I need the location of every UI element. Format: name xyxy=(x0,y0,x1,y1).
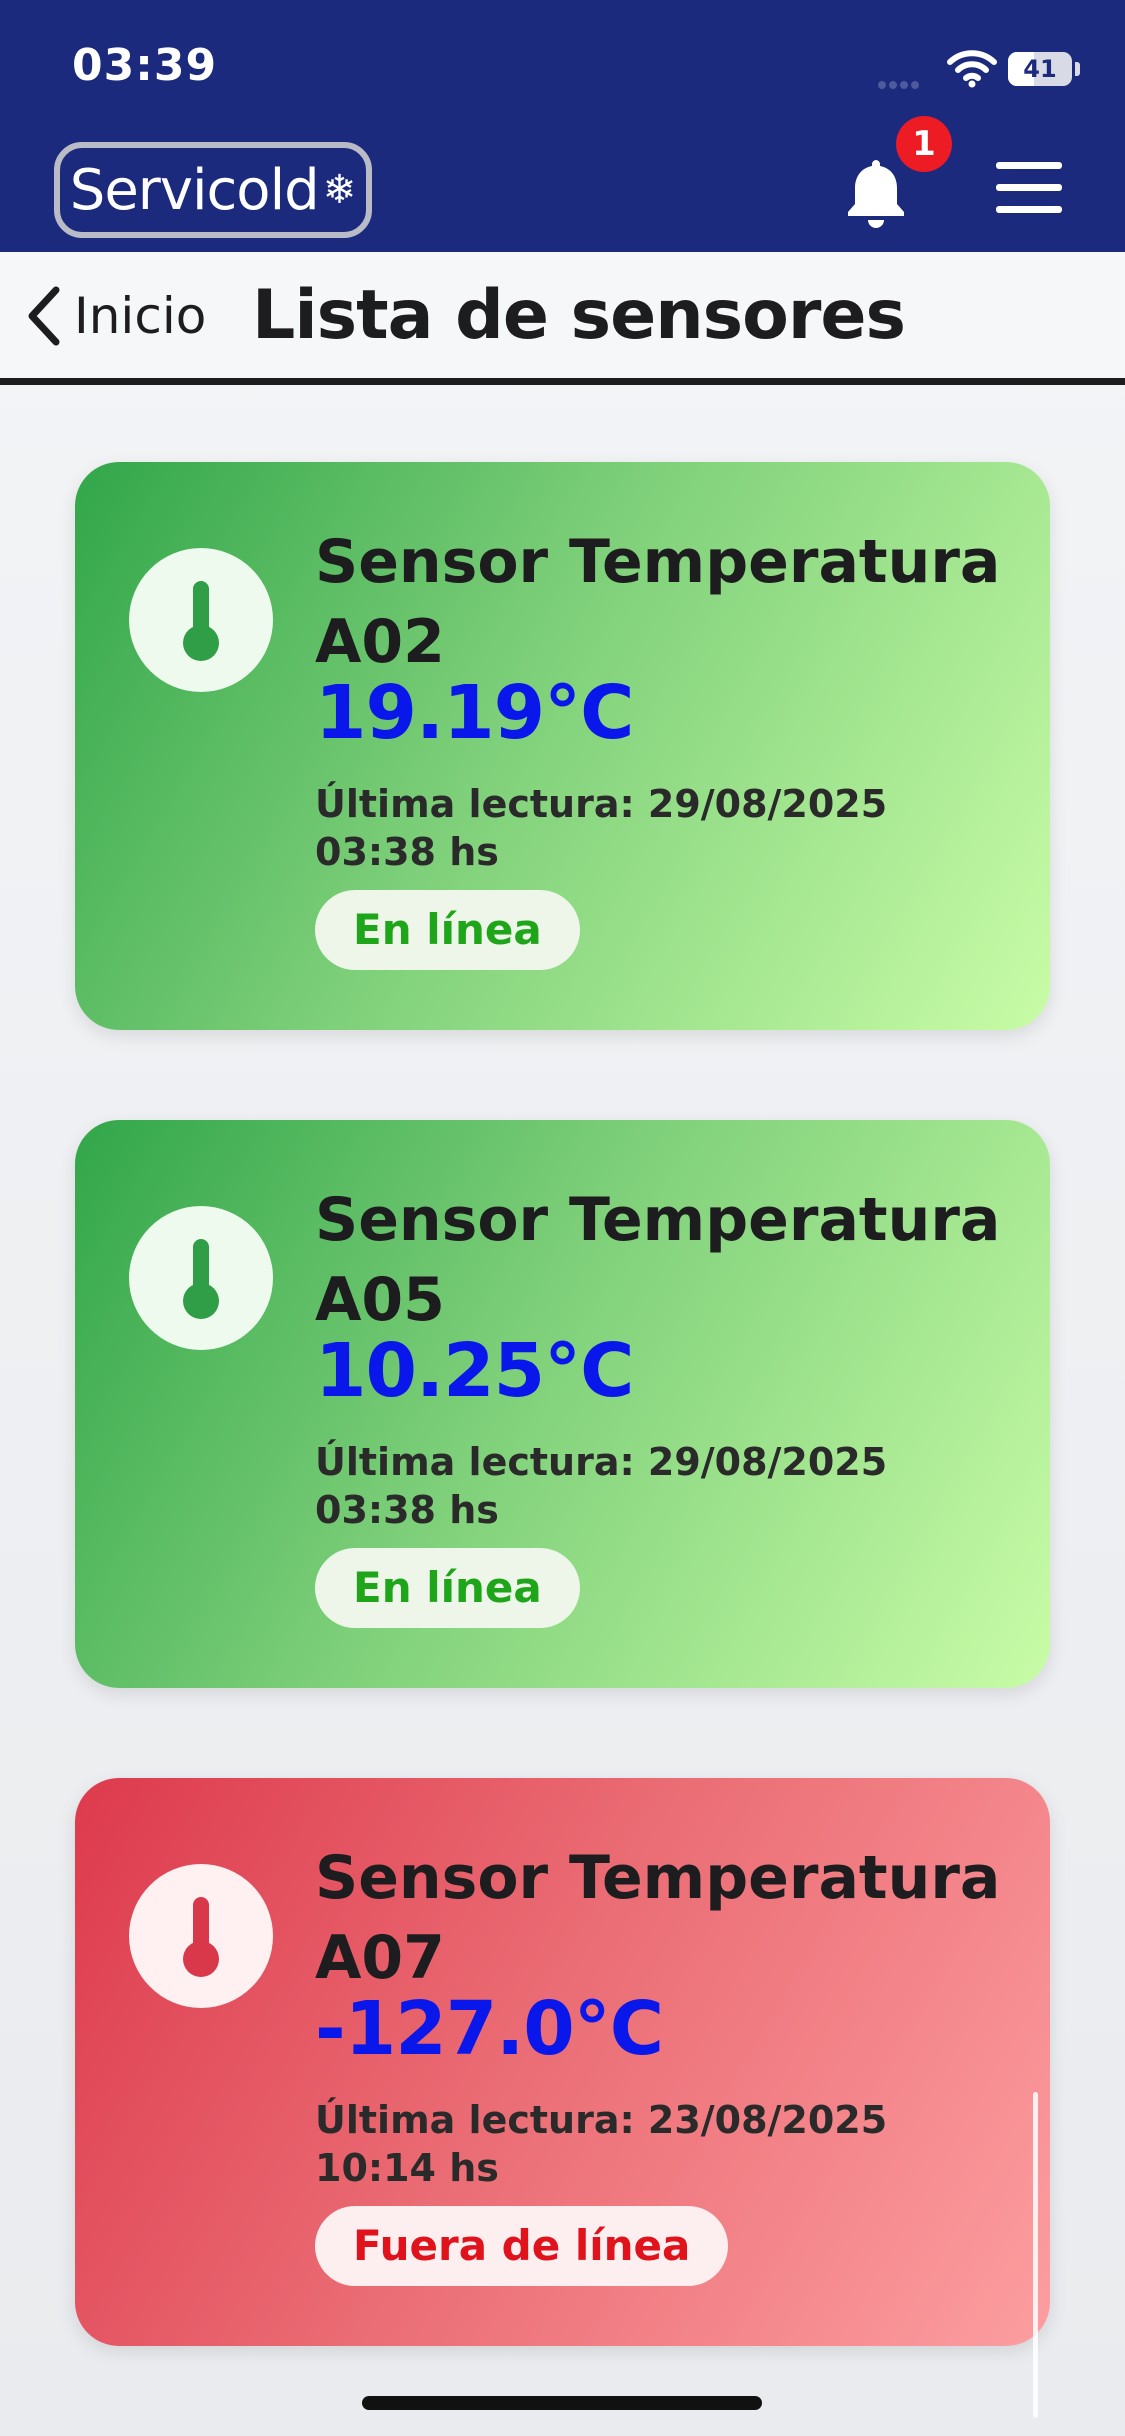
sensor-card[interactable]: Sensor Temperatura A02 19.19°C Última le… xyxy=(75,462,1050,1030)
status-time: 03:39 xyxy=(72,40,218,91)
sensor-card[interactable]: Sensor Temperatura A07 -127.0°C Última l… xyxy=(75,1778,1050,2346)
logo-text: Servicold xyxy=(69,157,320,223)
status-badge: Fuera de línea xyxy=(315,2206,729,2286)
status-badge: En línea xyxy=(315,890,580,970)
notification-badge: 1 xyxy=(896,116,952,172)
battery-tip xyxy=(1075,62,1080,76)
last-reading: Última lectura: 29/08/2025 03:38 hs xyxy=(315,782,888,874)
wifi-icon xyxy=(946,48,998,93)
thermometer-icon xyxy=(129,548,273,692)
back-label: Inicio xyxy=(74,287,207,345)
last-reading: Última lectura: 29/08/2025 03:38 hs xyxy=(315,1440,888,1532)
sensor-name: Sensor Temperatura A07 xyxy=(315,1843,1001,1993)
last-reading: Última lectura: 23/08/2025 10:14 hs xyxy=(315,2098,888,2190)
bell-icon[interactable] xyxy=(844,156,908,230)
scrollbar[interactable] xyxy=(1033,2092,1038,2418)
thermometer-icon xyxy=(129,1864,273,2008)
sensor-temperature: -127.0°C xyxy=(315,1986,664,2072)
battery-level: 41 xyxy=(1023,55,1057,83)
back-button[interactable]: Inicio xyxy=(24,284,206,348)
sensor-temperature: 19.19°C xyxy=(315,670,634,756)
sensor-name: Sensor Temperatura A02 xyxy=(315,527,1001,677)
chevron-left-icon xyxy=(28,286,60,346)
sensor-temperature: 10.25°C xyxy=(315,1328,634,1414)
sensor-name: Sensor Temperatura A05 xyxy=(315,1185,1001,1335)
cellular-signal-icon xyxy=(878,76,922,94)
page-title: Lista de sensores xyxy=(252,276,906,355)
home-indicator[interactable] xyxy=(362,2396,762,2410)
status-badge: En línea xyxy=(315,1548,580,1628)
menu-icon[interactable] xyxy=(996,162,1062,214)
servicold-logo[interactable]: Servicold ❄ xyxy=(54,142,372,238)
snowflake-icon: ❄ xyxy=(322,168,357,212)
battery-icon: 41 xyxy=(1008,52,1072,86)
sensor-card[interactable]: Sensor Temperatura A05 10.25°C Última le… xyxy=(75,1120,1050,1688)
thermometer-icon xyxy=(129,1206,273,1350)
